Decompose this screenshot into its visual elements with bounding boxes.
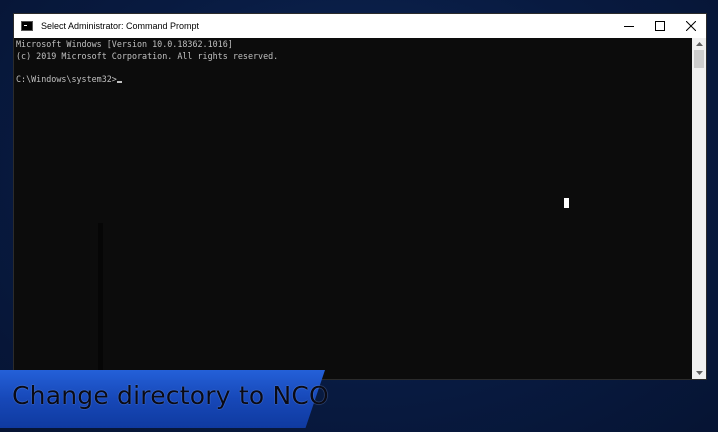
caption-text: Change directory to NCO xyxy=(12,381,329,410)
title-bar[interactable]: Select Administrator: Command Prompt xyxy=(14,14,706,38)
window-title: Select Administrator: Command Prompt xyxy=(41,21,200,31)
scroll-down-button[interactable] xyxy=(692,367,706,379)
close-icon xyxy=(685,21,696,31)
maximize-button[interactable] xyxy=(644,14,675,38)
render-artifact xyxy=(564,198,569,208)
scroll-up-button[interactable] xyxy=(692,38,706,50)
command-prompt: C:\Windows\system32> xyxy=(16,73,117,84)
console-line-3 xyxy=(14,61,692,73)
console-line-1: Microsoft Windows [Version 10.0.18362.10… xyxy=(16,39,233,49)
minimize-icon xyxy=(623,26,634,27)
console-line-2: (c) 2019 Microsoft Corporation. All righ… xyxy=(16,50,279,61)
text-cursor xyxy=(116,81,122,83)
cmd-icon xyxy=(21,21,33,31)
window-controls xyxy=(613,14,706,38)
prompt-line[interactable]: C:\Windows\system32> xyxy=(14,73,692,85)
minimize-button[interactable] xyxy=(613,14,644,38)
maximize-icon xyxy=(654,21,665,31)
scroll-thumb[interactable] xyxy=(694,50,704,68)
render-artifact xyxy=(98,223,103,373)
console-output[interactable]: Microsoft Windows [Version 10.0.18362.10… xyxy=(14,38,692,379)
chevron-up-icon xyxy=(695,42,703,46)
command-prompt-window[interactable]: Select Administrator: Command Prompt Mic… xyxy=(14,14,706,379)
close-button[interactable] xyxy=(675,14,706,38)
vertical-scrollbar[interactable] xyxy=(692,38,706,379)
chevron-down-icon xyxy=(695,371,703,375)
